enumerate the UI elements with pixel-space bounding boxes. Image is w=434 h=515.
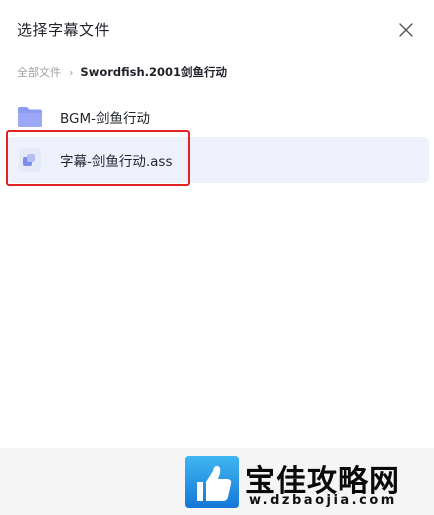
thumbs-up-logo-icon (183, 454, 241, 510)
list-item-folder[interactable]: BGM-剑鱼行动 (6, 94, 429, 140)
breadcrumb-current: Swordfish.2001剑鱼行动 (80, 65, 228, 79)
watermark-url: w.dzbaojia.com (249, 493, 397, 508)
close-icon[interactable] (396, 20, 416, 40)
watermark: 宝佳攻略网 w.dzbaojia.com (183, 452, 428, 512)
breadcrumb-separator: › (69, 65, 74, 79)
list-item-label: 字幕-剑鱼行动.ass (60, 154, 173, 170)
dialog-title: 选择字幕文件 (17, 21, 111, 39)
folder-icon (17, 105, 43, 129)
select-subtitle-dialog: 选择字幕文件 全部文件 › Swordfish.2001剑鱼行动 BGM-剑鱼行… (0, 0, 434, 515)
list-item-label: BGM-剑鱼行动 (60, 111, 151, 127)
breadcrumb: 全部文件 › Swordfish.2001剑鱼行动 (17, 64, 227, 80)
breadcrumb-root[interactable]: 全部文件 (17, 64, 61, 80)
subtitle-file-icon (17, 148, 43, 172)
list-item-file-selected[interactable]: 字幕-剑鱼行动.ass (6, 137, 429, 183)
